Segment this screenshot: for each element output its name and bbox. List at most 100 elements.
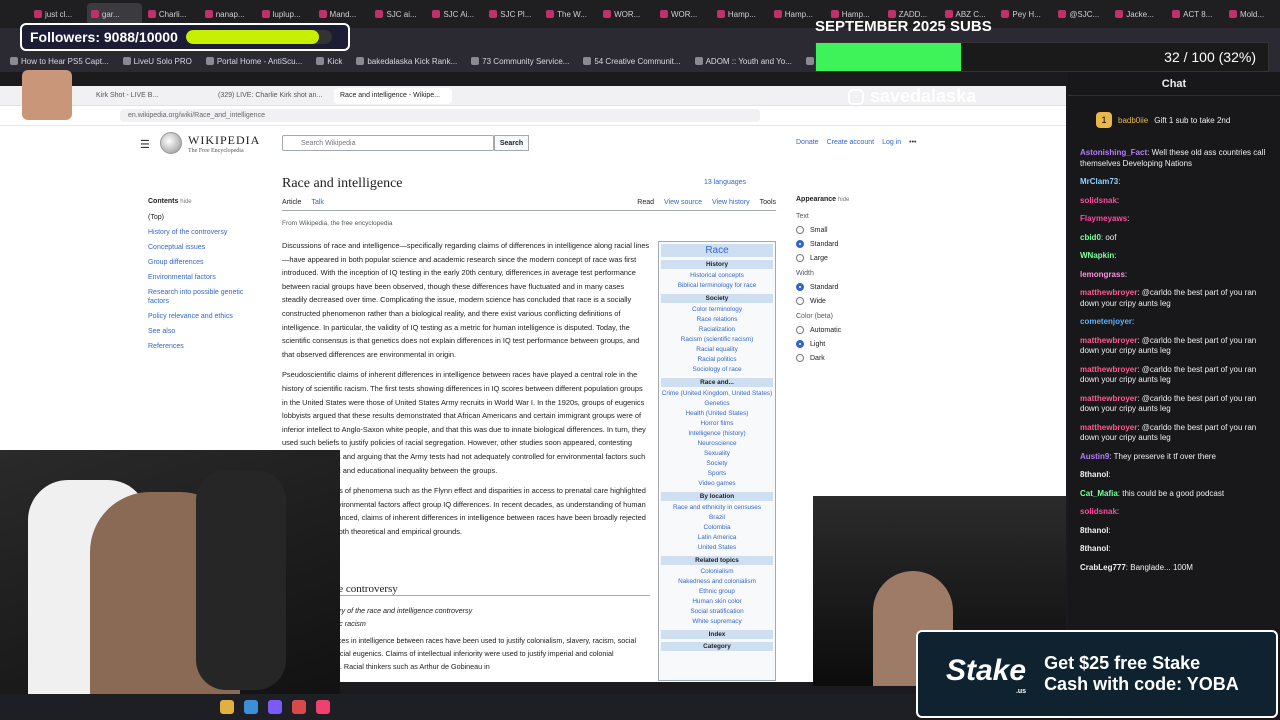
browser-icon[interactable] (244, 700, 258, 714)
outer-tab[interactable]: The W... (542, 3, 597, 25)
chat-username[interactable]: solidsnak (1080, 196, 1117, 205)
infobox-section[interactable]: By location (661, 492, 773, 501)
wikipedia-logo[interactable]: WIKIPEDIA The Free Encyclopedia (160, 132, 260, 154)
chat-username[interactable]: matthewbroyer (1080, 394, 1137, 403)
chat-username[interactable]: cometenjoyer (1080, 317, 1132, 326)
tab-view-history[interactable]: View history (712, 199, 750, 210)
infobox-link[interactable]: Intelligence (history) (661, 429, 773, 439)
bookmark-item[interactable]: How to Hear PS5 Capt... (10, 57, 109, 66)
radio-icon[interactable] (796, 297, 804, 305)
chat-username[interactable]: Austin9 (1080, 452, 1109, 461)
url-field[interactable]: en.wikipedia.org/wiki/Race_and_intellige… (120, 109, 760, 122)
infobox-link[interactable]: Social stratification (661, 607, 773, 617)
appearance-option[interactable]: Standard (796, 240, 926, 248)
infobox-link[interactable]: White supremacy (661, 617, 773, 627)
toc-item[interactable]: See also (148, 327, 258, 336)
chat-username[interactable]: 8thanol (1080, 526, 1108, 535)
infobox-link[interactable]: Racial equality (661, 345, 773, 355)
appearance-option[interactable]: Light (796, 340, 926, 348)
tab-read[interactable]: Read (637, 199, 654, 210)
infobox-link[interactable]: Sociology of race (661, 365, 773, 375)
bookmark-item[interactable]: Portal Home - AntiScu... (205, 57, 302, 66)
radio-icon[interactable] (796, 326, 804, 334)
search-input[interactable]: Search Wikipedia (282, 135, 494, 151)
appearance-option[interactable]: Wide (796, 297, 926, 305)
inner-tab[interactable]: (329) LIVE: Charlie Kirk shot an... (212, 88, 330, 104)
radio-icon[interactable] (796, 354, 804, 362)
tab-article[interactable]: Article (282, 199, 301, 210)
chat-username[interactable]: Flaymeyaws (1080, 214, 1127, 223)
radio-icon[interactable] (796, 240, 804, 248)
tab-view-source[interactable]: View source (664, 199, 702, 210)
infobox-link[interactable]: Historical concepts (661, 271, 773, 281)
outer-tab[interactable]: ACT 8... (1168, 3, 1223, 25)
bookmark-item[interactable]: 54 Creative Communit... (583, 57, 681, 66)
infobox-link[interactable]: Race and ethnicity in censuses (661, 503, 773, 513)
toc-item[interactable]: Conceptual issues (148, 243, 258, 252)
contents-hide-button[interactable]: hide (180, 199, 191, 205)
infobox-link[interactable]: Color terminology (661, 305, 773, 315)
outer-tab[interactable]: Mold... (1225, 3, 1280, 25)
outer-tab[interactable]: @SJC... (1054, 3, 1109, 25)
infobox-section[interactable]: Related topics (661, 556, 773, 565)
outer-tab[interactable]: SJC Pl... (485, 3, 540, 25)
infobox-link[interactable]: Neuroscience (661, 439, 773, 449)
infobox-section[interactable]: Race and... (661, 378, 773, 387)
infobox-link[interactable]: Racial politics (661, 355, 773, 365)
infobox-link[interactable]: Brazil (661, 513, 773, 523)
bookmark-item[interactable]: bakedalaska Kick Rank... (356, 57, 457, 66)
chat-username[interactable]: 8thanol (1080, 470, 1108, 479)
infobox-link[interactable]: Sexuality (661, 449, 773, 459)
infobox-section[interactable]: Index (661, 630, 773, 639)
infobox-link[interactable]: Human skin color (661, 597, 773, 607)
login-link[interactable]: Log in (882, 139, 901, 146)
inner-tab[interactable]: Race and intelligence - Wikipe... (334, 87, 452, 104)
toc-item[interactable]: References (148, 342, 258, 351)
infobox-link[interactable]: Video games (661, 479, 773, 489)
bookmark-item[interactable]: Kick (316, 57, 342, 66)
chat-username[interactable]: MrClam73 (1080, 177, 1118, 186)
appearance-option[interactable]: Dark (796, 354, 926, 362)
outer-tab[interactable]: Charli... (144, 3, 199, 25)
tab-talk[interactable]: Talk (311, 199, 323, 210)
infobox-link[interactable]: Colombia (661, 523, 773, 533)
chat-username[interactable]: matthewbroyer (1080, 365, 1137, 374)
outer-tab[interactable]: Pey H... (997, 3, 1052, 25)
outer-tab[interactable]: just cl... (30, 3, 85, 25)
bookmark-item[interactable]: LiveU Solo PRO (122, 57, 192, 66)
infobox-link[interactable]: Latin America (661, 533, 773, 543)
appearance-option[interactable]: Small (796, 226, 926, 234)
outer-tab[interactable]: Hamp... (713, 3, 768, 25)
main-menu-icon[interactable]: ☰ (140, 138, 150, 151)
outer-tab[interactable]: WOR... (656, 3, 711, 25)
appearance-hide-button[interactable]: hide (838, 197, 849, 203)
infobox-link[interactable]: Sports (661, 469, 773, 479)
outer-tab[interactable]: luplup... (258, 3, 313, 25)
chat-username[interactable]: matthewbroyer (1080, 288, 1137, 297)
chat-username[interactable]: 8thanol (1080, 544, 1108, 553)
outer-tab[interactable]: nanap... (201, 3, 256, 25)
chat-username[interactable]: solidsnak (1080, 507, 1117, 516)
outer-tab[interactable]: SJC Ai... (428, 3, 483, 25)
radio-icon[interactable] (796, 340, 804, 348)
infobox-link[interactable]: Colonialism (661, 567, 773, 577)
more-icon[interactable]: ••• (909, 139, 916, 146)
chat-username[interactable]: matthewbroyer (1080, 336, 1137, 345)
bookmark-item[interactable]: 73 Community Service... (471, 57, 569, 66)
infobox-link[interactable]: Genetics (661, 399, 773, 409)
infobox-link[interactable]: Crime (United Kingdom, United States) (661, 389, 773, 399)
outer-tab[interactable]: SJC ai... (371, 3, 426, 25)
appearance-option[interactable]: Automatic (796, 326, 926, 334)
toc-item[interactable]: History of the controversy (148, 228, 258, 237)
infobox-link[interactable]: Horror films (661, 419, 773, 429)
languages-button[interactable]: 13 languages (704, 179, 746, 186)
outer-tab[interactable]: Jacke... (1111, 3, 1166, 25)
radio-icon[interactable] (796, 254, 804, 262)
inner-tab[interactable]: Kirk Shot - LIVE B... (90, 88, 208, 104)
toc-item[interactable]: Policy relevance and ethics (148, 312, 258, 321)
radio-icon[interactable] (796, 283, 804, 291)
infobox-link[interactable]: Racism (scientific racism) (661, 335, 773, 345)
pinned-gift-bar[interactable]: 1 badb0iie Gift 1 sub to take 2nd (1096, 112, 1230, 128)
chat-username[interactable]: WNapkin (1080, 251, 1114, 260)
chat-username[interactable]: Astonishing_Fact (1080, 148, 1147, 157)
